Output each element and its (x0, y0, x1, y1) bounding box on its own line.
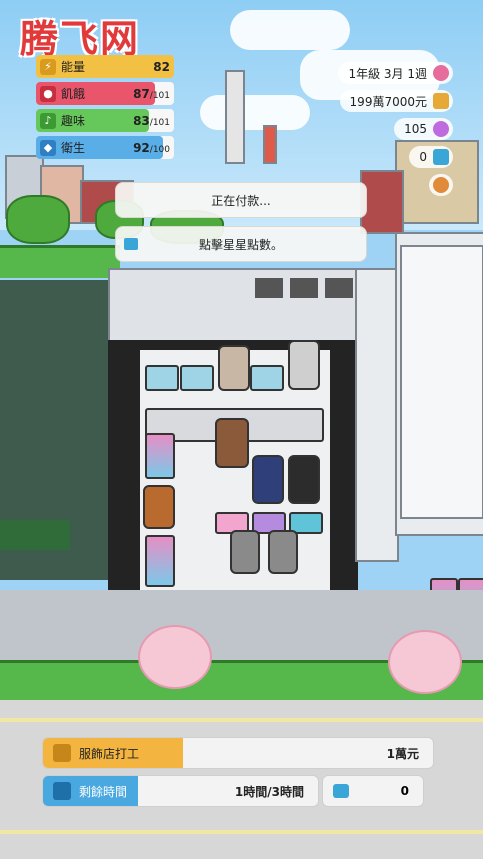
customer-character[interactable] (288, 455, 320, 504)
job-icon (53, 744, 71, 762)
customer-character[interactable] (230, 530, 260, 574)
cloud (230, 10, 350, 50)
display-shelf (180, 365, 214, 391)
tv-tower (225, 70, 245, 164)
stat-max: /101 (149, 90, 170, 101)
date-display[interactable]: 1年級 3月 1週 (338, 62, 453, 84)
gem-display[interactable]: 105 (394, 118, 453, 140)
stat-energy[interactable]: ⚡ 能量 82 (36, 55, 174, 78)
clock-icon (53, 782, 71, 800)
shop-clerk-character[interactable] (218, 345, 250, 391)
clothing-rack (145, 433, 175, 479)
shop-roof (108, 268, 362, 344)
time-bar[interactable]: 剩餘時間 1時間/3時間 (42, 775, 319, 807)
ticket-display[interactable]: 0 (409, 146, 453, 168)
display-shelf (250, 365, 284, 391)
star-point-icon (124, 238, 138, 250)
date-text: 1年級 3月 1週 (348, 66, 427, 81)
stat-value: 87 (133, 86, 150, 101)
neighbor-wall (355, 268, 399, 562)
food-button[interactable] (429, 174, 453, 196)
time-value: 1時間/3時間 (234, 784, 304, 799)
money-display[interactable]: 199萬7000元 (339, 90, 453, 112)
music-note-icon: ♪ (40, 112, 56, 129)
cherry-blossom-tree (138, 625, 212, 689)
vent (290, 278, 318, 298)
energy-icon: ⚡ (40, 58, 56, 75)
tree (6, 195, 70, 244)
job-label: 服飾店打工 (79, 746, 140, 761)
awning (0, 520, 70, 550)
job-pay: 1萬元 (386, 746, 419, 761)
toast-text: 正在付款... (211, 193, 271, 208)
road-line (0, 718, 483, 722)
toast-text: 點擊星星點數。 (198, 237, 283, 252)
customer-character[interactable] (252, 455, 284, 504)
money-text: 199萬7000元 (349, 94, 427, 109)
stat-fun[interactable]: ♪ 趣味 83/101 (36, 109, 174, 132)
player-character[interactable] (215, 418, 249, 468)
road-line (0, 830, 483, 834)
cherry-blossom-tree (388, 630, 462, 694)
money-icon (433, 93, 449, 109)
ticket-count: 0 (400, 784, 409, 798)
stat-label: 趣味 (61, 114, 86, 128)
gem-text: 105 (404, 122, 427, 136)
gem-icon (433, 121, 449, 137)
customer-character[interactable] (288, 340, 320, 390)
display-shelf (145, 365, 179, 391)
stat-value: 92 (133, 140, 150, 155)
stat-max: /101 (149, 117, 170, 128)
cloud (200, 95, 310, 130)
payment-toast: 正在付款... (115, 182, 367, 218)
stat-value: 83 (133, 113, 150, 128)
vent (255, 278, 283, 298)
job-bar[interactable]: 服飾店打工 1萬元 (42, 737, 434, 769)
neighbor-building-face (400, 245, 483, 519)
ticket-icon (433, 149, 449, 165)
stat-value: 82 (153, 59, 170, 74)
stat-hygiene[interactable]: ◆ 衛生 92/100 (36, 136, 174, 159)
apple-icon: ● (40, 85, 56, 102)
ticket-counter[interactable]: 0 (322, 775, 424, 807)
customer-character[interactable] (268, 530, 298, 574)
vent (325, 278, 353, 298)
clothing-rack (145, 535, 175, 587)
water-drop-icon: ◆ (40, 139, 56, 156)
ticket-icon (333, 784, 349, 798)
radio-tower (263, 125, 277, 164)
stat-label: 能量 (61, 60, 86, 74)
time-label: 剩餘時間 (79, 784, 128, 799)
star-hint-toast[interactable]: 點擊星星點數。 (115, 226, 367, 262)
stat-max: /100 (149, 144, 170, 155)
bread-icon (433, 177, 449, 193)
stat-hunger[interactable]: ● 飢餓 87/101 (36, 82, 174, 105)
ticket-text: 0 (419, 150, 427, 164)
hedge (0, 245, 120, 278)
stat-label: 飢餓 (61, 87, 86, 101)
stat-label: 衛生 (61, 141, 86, 155)
customer-character[interactable] (143, 485, 175, 529)
calendar-icon (433, 65, 449, 81)
